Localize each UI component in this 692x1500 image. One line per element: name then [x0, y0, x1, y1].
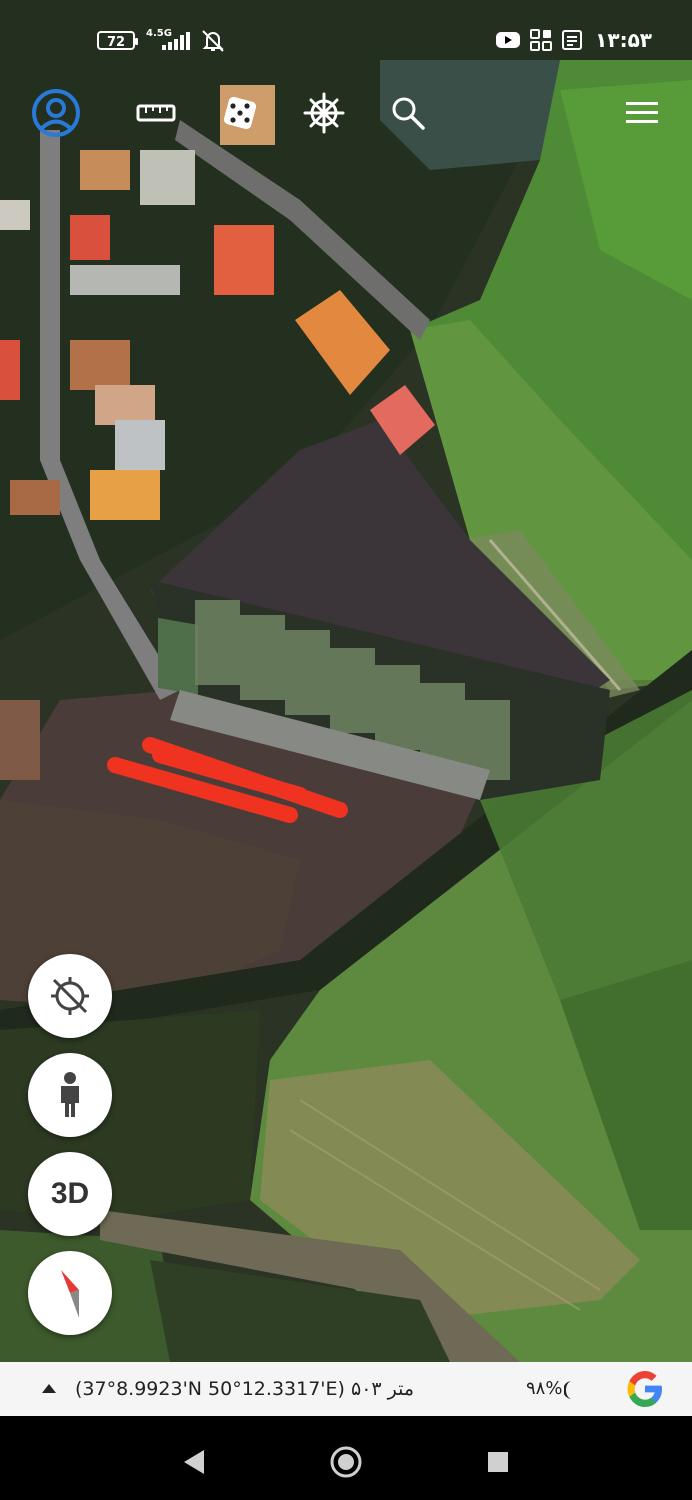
street-view-button[interactable]: [28, 1053, 112, 1137]
search-button[interactable]: [380, 80, 436, 146]
back-triangle-icon: [184, 1450, 204, 1474]
dice-icon: [223, 96, 257, 130]
top-toolbar: [0, 80, 692, 148]
status-bar: 72 4.5G ۱۳:۵۳: [0, 0, 692, 80]
clock: ۱۳:۵۳: [595, 28, 652, 52]
coordinates-readout: (37°8.9923'N 50°12.3317'E) متر ۵۰۳: [75, 1378, 415, 1400]
profile-button[interactable]: [28, 80, 84, 146]
recents-button[interactable]: [476, 1440, 520, 1484]
location-off-icon: [51, 977, 89, 1015]
satellite-map[interactable]: [0, 0, 692, 1362]
mute-bell-icon: [202, 30, 224, 52]
info-bar: (37°8.9923'N 50°12.3317'E) متر ۵۰۳ ۹۸%: [0, 1362, 692, 1416]
home-button[interactable]: [324, 1440, 368, 1484]
signal-icon: [162, 32, 190, 50]
home-circle-icon: [330, 1446, 362, 1478]
voyager-button[interactable]: [296, 80, 352, 146]
search-icon: [392, 97, 425, 130]
ship-wheel-icon: [303, 92, 345, 134]
google-logo-icon: [627, 1371, 662, 1407]
compass-icon: [61, 1270, 79, 1318]
ruler-icon: [136, 104, 176, 122]
apps-grid-icon: [530, 29, 553, 51]
moon-icon: [564, 1381, 572, 1399]
scale-percent: ۹۸%: [526, 1378, 563, 1399]
3d-button[interactable]: 3D: [28, 1152, 112, 1236]
compass-button[interactable]: [28, 1251, 112, 1335]
menu-icon: [626, 102, 658, 123]
battery-icon: 72: [97, 31, 138, 50]
feeling-lucky-button[interactable]: [212, 80, 268, 146]
notes-icon: [562, 30, 583, 50]
menu-button[interactable]: [614, 80, 670, 146]
my-location-button[interactable]: [28, 954, 112, 1038]
profile-icon: [32, 89, 80, 137]
back-button[interactable]: [172, 1440, 216, 1484]
android-nav-bar: [0, 1416, 692, 1500]
measure-button[interactable]: [128, 80, 184, 146]
recents-square-icon: [488, 1452, 508, 1472]
caret-up-icon[interactable]: [40, 1382, 58, 1394]
youtube-icon: [496, 32, 521, 48]
pegman-icon: [61, 1072, 79, 1117]
